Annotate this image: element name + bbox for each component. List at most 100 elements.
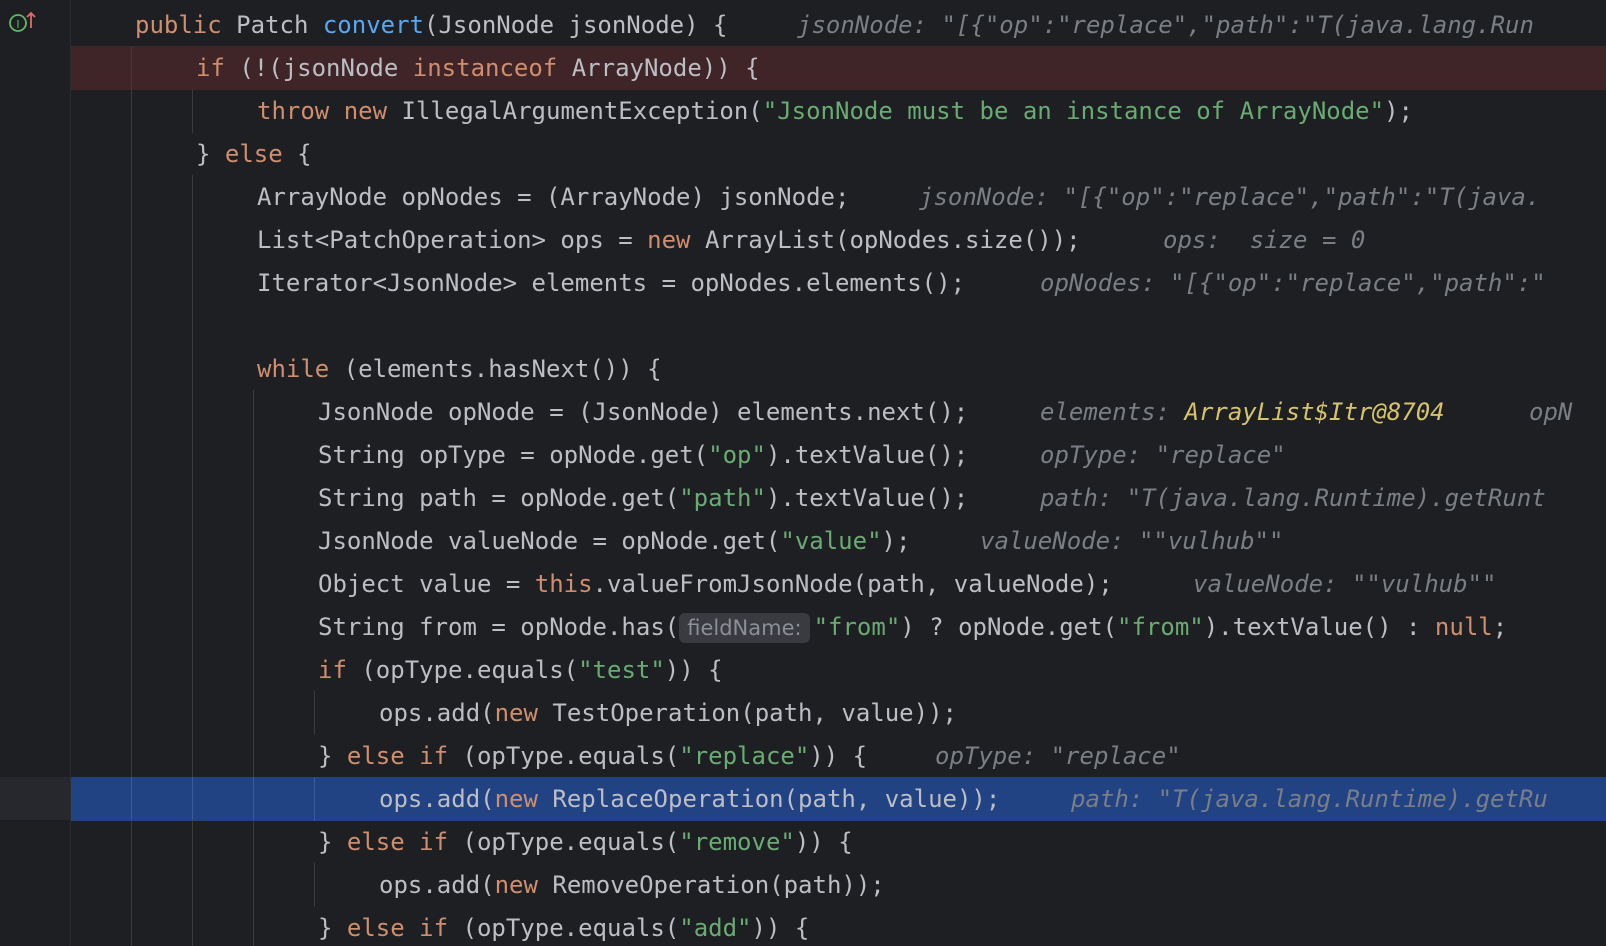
- indent-guide: [192, 777, 193, 821]
- indent-guide: [253, 863, 254, 907]
- code-line[interactable]: Object value = this.valueFromJsonNode(pa…: [71, 562, 1606, 606]
- code-token: (elements.hasNext()) {: [329, 355, 662, 383]
- indent-guide: [192, 175, 193, 219]
- indent-guide: [131, 734, 132, 778]
- indent-guide: [131, 605, 132, 649]
- indent-guide: [131, 691, 132, 735]
- code-line[interactable]: public Patch convert(JsonNode jsonNode) …: [71, 3, 1606, 47]
- indent-guide: [131, 777, 132, 821]
- indent-guide: [131, 433, 132, 477]
- code-line[interactable]: ArrayNode opNodes = (ArrayNode) jsonNode…: [71, 175, 1606, 219]
- keyword: throw: [257, 97, 330, 125]
- string-literal: "op": [708, 441, 766, 469]
- indent-guide: [131, 648, 132, 692]
- indent-guide: [131, 820, 132, 864]
- code-line[interactable]: while (elements.hasNext()) {: [71, 347, 1606, 391]
- inline-debug-value: opNodes: "[{"op":"replace","path":": [1040, 269, 1546, 297]
- method-name: convert: [322, 11, 425, 39]
- code-line[interactable]: ops.add(new TestOperation(path, value));: [71, 691, 1606, 735]
- indent-guide: [192, 433, 193, 477]
- code-text: if (!(jsonNode instanceof ArrayNode)) {: [196, 46, 760, 90]
- indent-guide: [131, 476, 132, 520]
- hint-value: ArrayList$Itr@8704: [1184, 398, 1445, 426]
- indent-guide: [131, 304, 132, 348]
- code-text: } else if (opType.equals("replace")) {: [318, 734, 867, 778]
- indent-guide: [192, 906, 193, 946]
- code-area[interactable]: public Patch convert(JsonNode jsonNode) …: [71, 0, 1606, 946]
- code-token: ArrayList(opNodes.size());: [690, 226, 1081, 254]
- code-line-empty[interactable]: [71, 304, 1606, 348]
- string-literal: "from": [813, 613, 901, 641]
- code-line[interactable]: String path = opNode.get("path").textVal…: [71, 476, 1606, 520]
- code-line[interactable]: } else if (opType.equals("replace")) { o…: [71, 734, 1606, 778]
- code-line[interactable]: JsonNode valueNode = opNode.get("value")…: [71, 519, 1606, 563]
- code-text: List<PatchOperation> ops = new ArrayList…: [257, 218, 1081, 262]
- code-line[interactable]: JsonNode opNode = (JsonNode) elements.ne…: [71, 390, 1606, 434]
- indent-guide: [192, 519, 193, 563]
- code-token: ;: [1492, 613, 1508, 641]
- indent-guide: [131, 390, 132, 434]
- code-token: )) {: [751, 914, 810, 942]
- current-execution-line[interactable]: ops.add(new ReplaceOperation(path, value…: [71, 777, 1606, 821]
- code-token: String from = opNode.has(: [318, 613, 680, 641]
- code-line[interactable]: } else if (opType.equals("remove")) {: [71, 820, 1606, 864]
- keyword: new: [494, 785, 538, 813]
- indent-guide: [192, 476, 193, 520]
- code-line[interactable]: List<PatchOperation> ops = new ArrayList…: [71, 218, 1606, 262]
- code-line[interactable]: Iterator<JsonNode> elements = opNodes.el…: [71, 261, 1606, 305]
- code-line[interactable]: if (opType.equals("test")) {: [71, 648, 1606, 692]
- code-text: while (elements.hasNext()) {: [257, 347, 662, 391]
- string-literal: "value": [780, 527, 882, 555]
- hint-label: elements:: [1040, 398, 1185, 426]
- code-text: } else {: [196, 132, 312, 176]
- code-token: JsonNode valueNode = opNode.get(: [318, 527, 781, 555]
- keyword: new: [494, 871, 538, 899]
- indent-guide: [192, 89, 193, 133]
- code-text: if (opType.equals("test")) {: [318, 648, 723, 692]
- code-text: throw new IllegalArgumentException("Json…: [257, 89, 1413, 133]
- indent-guide: [131, 89, 132, 133]
- code-token: )) {: [809, 742, 868, 770]
- code-token: ).textValue();: [765, 484, 969, 512]
- inline-debug-value: opN: [1529, 398, 1573, 426]
- indent-guide: [192, 347, 193, 391]
- code-text: ops.add(new RemoveOperation(path));: [379, 863, 885, 907]
- code-token: (opType.equals(: [346, 656, 579, 684]
- code-token: (opType.equals(: [448, 914, 680, 942]
- string-literal: "test": [578, 656, 665, 684]
- code-text: String path = opNode.get("path").textVal…: [318, 476, 968, 520]
- inline-debug-value: path: "T(java.lang.Runtime).getRu: [1071, 785, 1548, 813]
- code-text: ops.add(new TestOperation(path, value));: [379, 691, 957, 735]
- code-line[interactable]: String opType = opNode.get("op").textVal…: [71, 433, 1606, 477]
- code-token: }: [318, 742, 347, 770]
- code-token: .valueFromJsonNode(path, valueNode);: [592, 570, 1113, 598]
- indent-guide: [192, 261, 193, 305]
- keyword: while: [257, 355, 330, 383]
- code-token: IllegalArgumentException(: [401, 97, 763, 125]
- indent-guide: [253, 519, 254, 563]
- code-line[interactable]: } else {: [71, 132, 1606, 176]
- indent-guide: [131, 218, 132, 262]
- code-token: ops.add(: [379, 699, 495, 727]
- keyword: else if: [346, 828, 449, 856]
- indent-guide: [131, 906, 132, 946]
- keyword: null: [1434, 613, 1493, 641]
- code-line[interactable]: } else if (opType.equals("add")) {: [71, 906, 1606, 946]
- indent-guide: [192, 390, 193, 434]
- code-line[interactable]: ops.add(new RemoveOperation(path));: [71, 863, 1606, 907]
- inline-debug-value: opType: "replace": [1040, 441, 1286, 469]
- code-line[interactable]: String from = opNode.has(fieldName: "from…: [71, 605, 1606, 649]
- implements-up-arrow-icon[interactable]: I: [8, 10, 38, 34]
- keyword: else if: [346, 742, 449, 770]
- code-line-error-highlight[interactable]: if (!(jsonNode instanceof ArrayNode)) {: [71, 46, 1606, 90]
- code-text: Iterator<JsonNode> elements = opNodes.el…: [257, 269, 966, 297]
- code-token: {: [282, 140, 312, 168]
- code-line[interactable]: throw new IllegalArgumentException("Json…: [71, 89, 1606, 133]
- code-editor[interactable]: I public Patch convert(JsonNode jsonNode…: [0, 0, 1606, 946]
- code-token: RemoveOperation(path));: [537, 871, 885, 899]
- code-text: String opType = opNode.get("op").textVal…: [318, 433, 968, 477]
- code-text: } else if (opType.equals("add")) {: [318, 906, 809, 946]
- inline-debug-value: path: "T(java.lang.Runtime).getRunt: [1040, 484, 1546, 512]
- keyword: new: [343, 97, 388, 125]
- indent-guide: [131, 562, 132, 606]
